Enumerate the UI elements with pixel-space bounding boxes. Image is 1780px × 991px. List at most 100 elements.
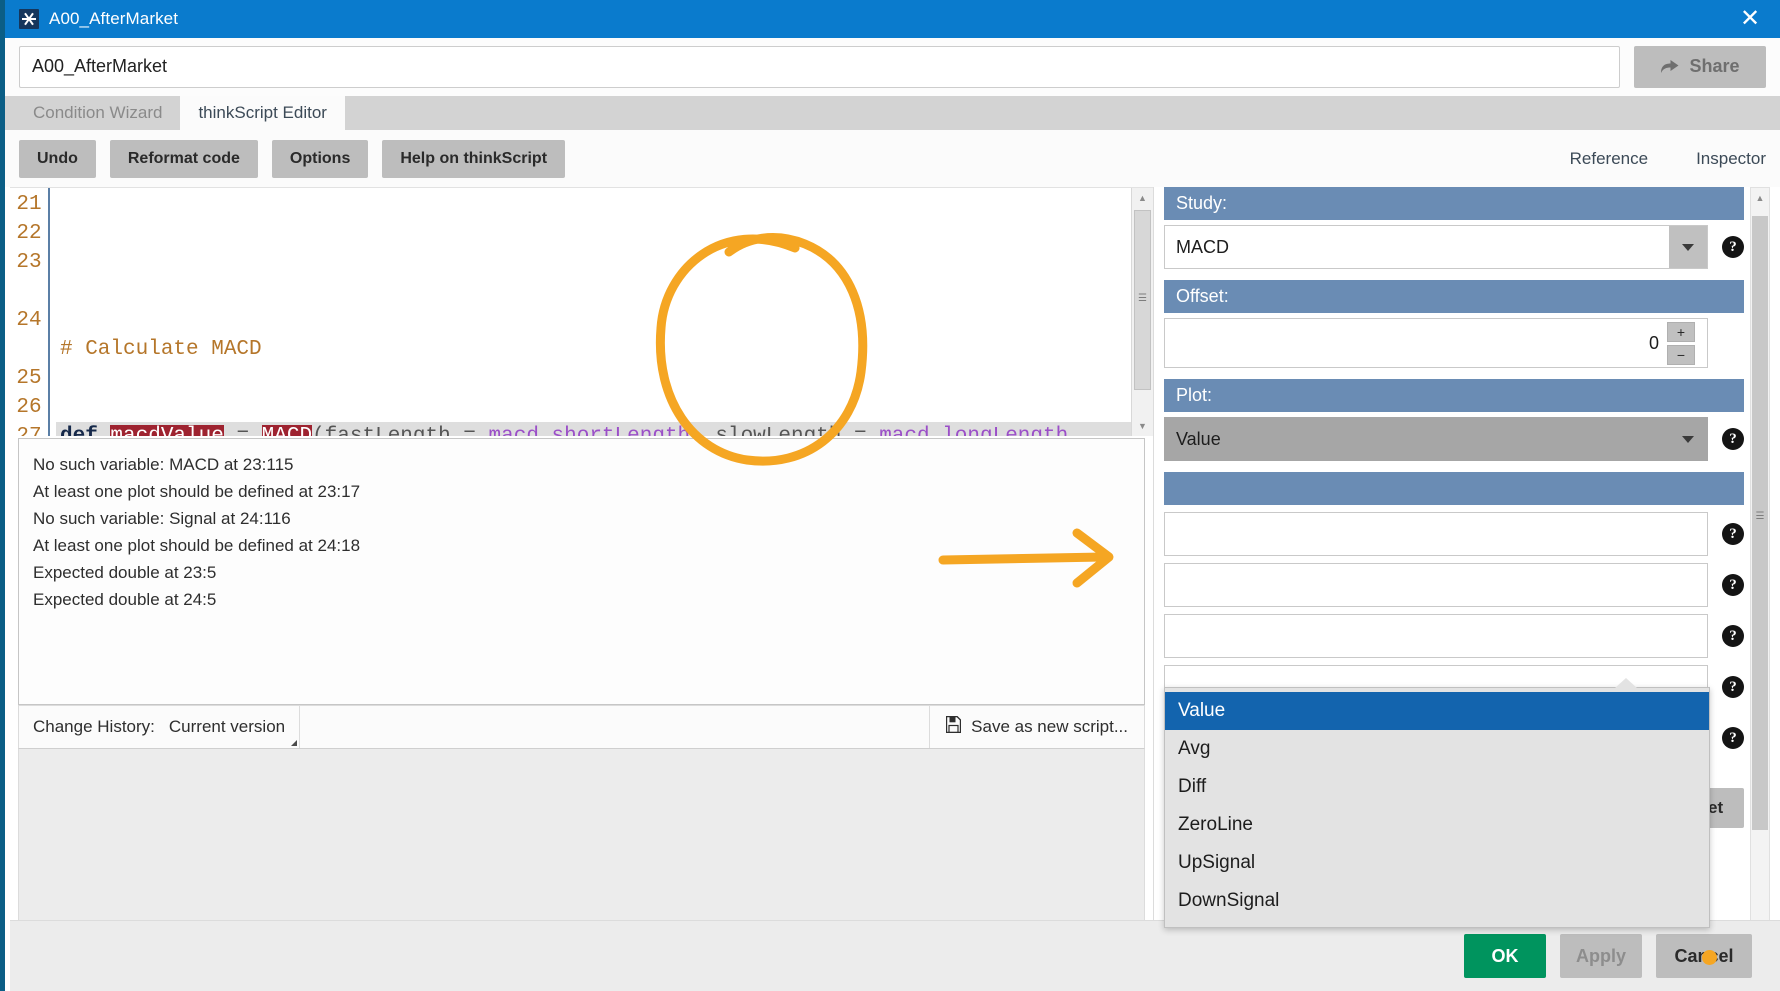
plot-dropdown-value: Value xyxy=(1176,428,1221,449)
obscured-input[interactable] xyxy=(1164,563,1708,607)
resize-grip-icon xyxy=(291,740,298,746)
ok-button[interactable]: OK xyxy=(1464,934,1546,978)
plot-option-zeroline[interactable]: ZeroLine xyxy=(1165,806,1709,844)
study-field-row: MACD ? xyxy=(1164,225,1744,269)
inspector-link[interactable]: Inspector xyxy=(1696,149,1766,169)
plot-option-diff[interactable]: Diff xyxy=(1165,768,1709,806)
scroll-up-icon[interactable]: ▲ xyxy=(1132,188,1153,208)
share-button[interactable]: Share xyxy=(1634,45,1766,88)
offset-increment-button[interactable]: + xyxy=(1667,321,1695,342)
tab-condition-wizard[interactable]: Condition Wizard xyxy=(15,96,180,130)
study-dropdown-value: MACD xyxy=(1176,236,1229,257)
line-number: 27 xyxy=(10,422,48,436)
study-dropdown[interactable]: MACD xyxy=(1164,225,1708,269)
share-button-label: Share xyxy=(1689,56,1740,76)
offset-help-spacer xyxy=(1722,318,1744,368)
help-icon[interactable]: ? xyxy=(1722,523,1744,545)
keyword-def: def xyxy=(60,425,98,436)
window-title: A00_AfterMarket xyxy=(49,9,179,28)
inspector-scrollbar[interactable]: ▲ ☰ ▼ xyxy=(1750,187,1770,991)
save-as-new-script-label: Save as new script... xyxy=(971,717,1128,736)
mid-slow: , slowLength = xyxy=(690,425,879,436)
share-icon xyxy=(1660,58,1680,75)
offset-section-header: Offset: xyxy=(1164,280,1744,313)
line-number: 25 xyxy=(16,367,42,390)
editor-vertical-scrollbar[interactable]: ▲ ☰ ▼ xyxy=(1131,188,1153,436)
scroll-down-icon[interactable]: ▼ xyxy=(1132,416,1153,436)
plot-section-header: Plot: xyxy=(1164,379,1744,412)
change-history-selector[interactable]: Change History: Current version xyxy=(19,706,299,748)
equals-operator: = xyxy=(224,425,262,436)
var-short-length: macd_shortLength xyxy=(489,425,691,436)
error-token-macdvalue: macdValue xyxy=(110,425,224,436)
error-message: At least one plot should be defined at 2… xyxy=(33,482,361,501)
error-console: No such variable: MACD at 23:115 At leas… xyxy=(18,438,1145,705)
offset-decrement-button[interactable]: − xyxy=(1667,344,1695,365)
change-history-label: Change History: xyxy=(33,717,155,736)
arg-open: (fastLength = xyxy=(312,425,488,436)
plot-option-downsignal[interactable]: DownSignal xyxy=(1165,882,1709,920)
obscured-field-row: ? xyxy=(1164,512,1744,556)
error-message: No such variable: Signal at 24:116 xyxy=(33,509,291,528)
name-row: Share xyxy=(5,38,1780,96)
study-name-input[interactable] xyxy=(19,45,1620,88)
apply-button[interactable]: Apply xyxy=(1560,934,1642,978)
obscured-input[interactable] xyxy=(1164,614,1708,658)
help-icon[interactable]: ? xyxy=(1722,428,1744,450)
inspector-scrollbar-thumb[interactable]: ☰ xyxy=(1752,216,1768,830)
plot-option-upsignal[interactable]: UpSignal xyxy=(1165,844,1709,882)
obscured-input[interactable] xyxy=(1164,512,1708,556)
offset-stepper[interactable]: 0 + − xyxy=(1164,318,1708,368)
chevron-down-icon[interactable] xyxy=(1669,418,1707,460)
cursor-pointer xyxy=(1702,950,1717,965)
study-editor-window: A00_AfterMarket ✕ Share Condition Wizard… xyxy=(0,0,1780,991)
save-as-new-script-button[interactable]: Save as new script... xyxy=(930,706,1144,748)
obscured-section-header xyxy=(1164,472,1744,505)
offset-field-row: 0 + − xyxy=(1164,318,1744,368)
error-message: Expected double at 23:5 xyxy=(33,563,217,582)
code-line-23: def macdValue = MACD(fastLength = macd_s… xyxy=(56,422,1131,436)
error-message: No such variable: MACD at 23:115 xyxy=(33,455,294,474)
script-icon xyxy=(19,9,39,29)
reference-link[interactable]: Reference xyxy=(1570,149,1648,169)
change-history-bar: Change History: Current version Save as … xyxy=(18,705,1145,749)
plot-dropdown-list[interactable]: Value Avg Diff ZeroLine UpSignal DownSig… xyxy=(1164,678,1710,928)
var-long-length: macd_longLength xyxy=(879,425,1068,436)
code-editor[interactable]: 21 22 23 24 25 26 27 # Calculate MACD de… xyxy=(10,187,1153,436)
help-icon[interactable]: ? xyxy=(1722,727,1744,749)
help-on-thinkscript-button[interactable]: Help on thinkScript xyxy=(382,139,566,178)
tab-thinkscript-editor[interactable]: thinkScript Editor xyxy=(180,96,345,130)
title-bar: A00_AfterMarket ✕ xyxy=(5,0,1780,38)
code-comment: # Calculate MACD xyxy=(60,338,262,361)
tab-bar: Condition Wizard thinkScript Editor xyxy=(5,96,1780,130)
plot-dropdown[interactable]: Value xyxy=(1164,417,1708,461)
help-icon[interactable]: ? xyxy=(1722,625,1744,647)
help-icon[interactable]: ? xyxy=(1722,676,1744,698)
help-icon[interactable]: ? xyxy=(1722,236,1744,258)
options-button[interactable]: Options xyxy=(271,139,369,178)
history-bar-spacer xyxy=(299,706,931,748)
dialog-footer: OK Apply Cancel xyxy=(10,920,1780,991)
plot-option-avg[interactable]: Avg xyxy=(1165,730,1709,768)
error-token-macd-call: MACD xyxy=(261,425,313,436)
code-line-22: # Calculate MACD xyxy=(56,335,1131,364)
line-number: 22 xyxy=(16,222,42,245)
line-number: 26 xyxy=(16,396,42,419)
reformat-code-button[interactable]: Reformat code xyxy=(109,139,258,178)
study-section-header: Study: xyxy=(1164,187,1744,220)
close-icon[interactable]: ✕ xyxy=(1732,4,1768,34)
obscured-field-row: ? xyxy=(1164,563,1744,607)
floppy-disk-icon xyxy=(945,715,962,738)
code-text-area[interactable]: # Calculate MACD def macdValue = MACD(fa… xyxy=(50,188,1131,436)
main-area: 21 22 23 24 25 26 27 # Calculate MACD de… xyxy=(10,187,1780,991)
scroll-up-icon[interactable]: ▲ xyxy=(1751,188,1769,208)
editor-scrollbar-thumb[interactable]: ☰ xyxy=(1134,210,1151,390)
undo-button[interactable]: Undo xyxy=(19,139,96,178)
plot-option-value[interactable]: Value xyxy=(1165,692,1709,730)
line-number: 24 xyxy=(16,309,42,332)
chevron-down-icon[interactable] xyxy=(1669,226,1707,268)
left-pane: 21 22 23 24 25 26 27 # Calculate MACD de… xyxy=(10,187,1153,991)
line-number-gutter: 21 22 23 24 25 26 27 xyxy=(10,188,50,436)
help-icon[interactable]: ? xyxy=(1722,574,1744,596)
